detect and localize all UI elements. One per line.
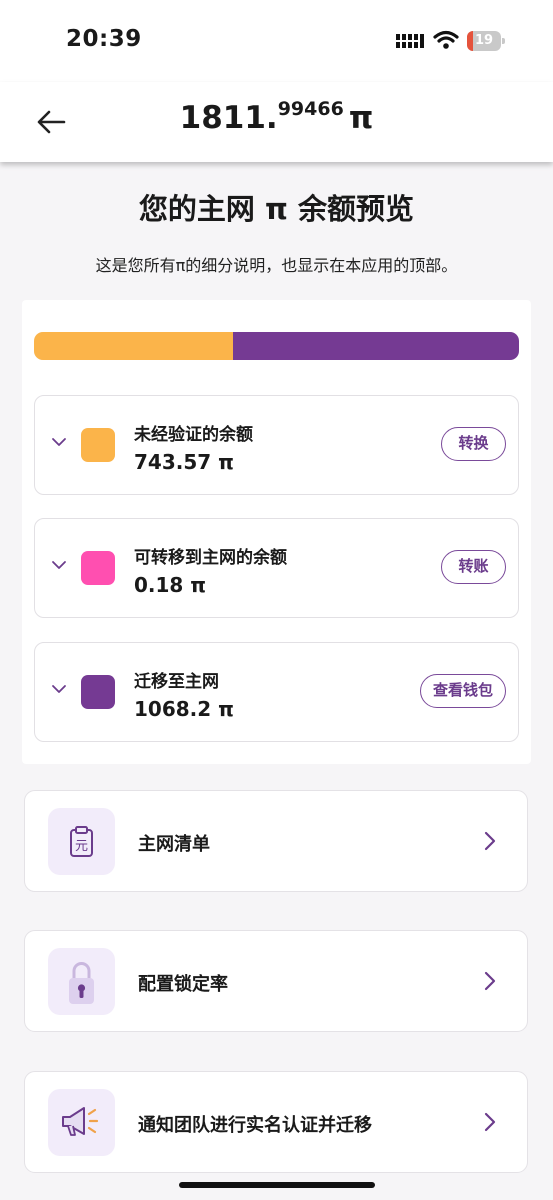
wifi-icon xyxy=(433,30,459,49)
transferable-balance-item[interactable]: 可转移到主网的余额 0.18 π 转账 xyxy=(34,518,519,618)
migrated-color-swatch xyxy=(81,675,115,709)
menu-label: 配置锁定率 xyxy=(138,974,228,995)
chevron-right-icon[interactable] xyxy=(483,830,497,852)
status-time: 20:39 xyxy=(66,26,142,52)
page-title: 您的主网 π 余额预览 xyxy=(138,192,415,226)
unverified-color-swatch xyxy=(81,428,115,462)
item-amount: 743.57 π xyxy=(134,450,234,474)
mainnet-checklist-card[interactable]: 元 主网清单 xyxy=(24,790,528,892)
unverified-balance-item[interactable]: 未经验证的余额 743.57 π 转换 xyxy=(34,395,519,495)
transfer-button[interactable]: 转账 xyxy=(441,550,506,584)
balance-integer: 1811. xyxy=(179,100,278,136)
notify-team-card[interactable]: 通知团队进行实名认证并迁移 xyxy=(24,1071,528,1173)
distribution-segment xyxy=(233,332,519,360)
transferable-color-swatch xyxy=(81,551,115,585)
balance-distribution-bar xyxy=(34,332,519,360)
chevron-right-icon[interactable] xyxy=(483,970,497,992)
convert-button[interactable]: 转换 xyxy=(441,427,506,461)
chevron-down-icon[interactable] xyxy=(51,683,67,695)
view-wallet-button[interactable]: 查看钱包 xyxy=(419,674,506,708)
svg-text:元: 元 xyxy=(75,839,88,854)
balance-decimals: 99466 xyxy=(277,98,344,120)
padlock-icon xyxy=(48,948,115,1015)
menu-label: 主网清单 xyxy=(138,834,210,855)
item-label: 未经验证的余额 xyxy=(134,425,253,445)
lockup-rate-card[interactable]: 配置锁定率 xyxy=(24,930,528,1032)
battery-icon: 19 xyxy=(467,31,505,51)
megaphone-icon xyxy=(48,1089,115,1156)
chevron-down-icon[interactable] xyxy=(51,436,67,448)
page-subtitle: 这是您所有π的细分说明，也显示在本应用的顶部。 xyxy=(95,256,458,275)
item-label: 可转移到主网的余额 xyxy=(134,548,287,568)
chevron-down-icon[interactable] xyxy=(51,559,67,571)
clipboard-yuan-icon: 元 xyxy=(48,808,115,875)
status-bar: 20:39 19 xyxy=(0,0,553,82)
migrated-balance-item[interactable]: 迁移至主网 1068.2 π 查看钱包 xyxy=(34,642,519,742)
balance-breakdown-card: 未经验证的余额 743.57 π 转换 可转移到主网的余额 0.18 π 转账 … xyxy=(22,300,531,764)
distribution-segment xyxy=(34,332,234,360)
home-indicator[interactable] xyxy=(179,1182,375,1188)
header-balance: 1811.99466 π xyxy=(0,98,553,136)
chevron-right-icon[interactable] xyxy=(483,1111,497,1133)
app-header: 1811.99466 π xyxy=(0,82,553,162)
battery-level: 19 xyxy=(474,33,494,48)
item-amount: 0.18 π xyxy=(134,573,207,597)
item-label: 迁移至主网 xyxy=(134,672,219,692)
cellular-signal-icon xyxy=(396,34,424,48)
item-amount: 1068.2 π xyxy=(134,697,234,721)
menu-label: 通知团队进行实名认证并迁移 xyxy=(138,1115,372,1136)
balance-unit: π xyxy=(348,100,374,136)
